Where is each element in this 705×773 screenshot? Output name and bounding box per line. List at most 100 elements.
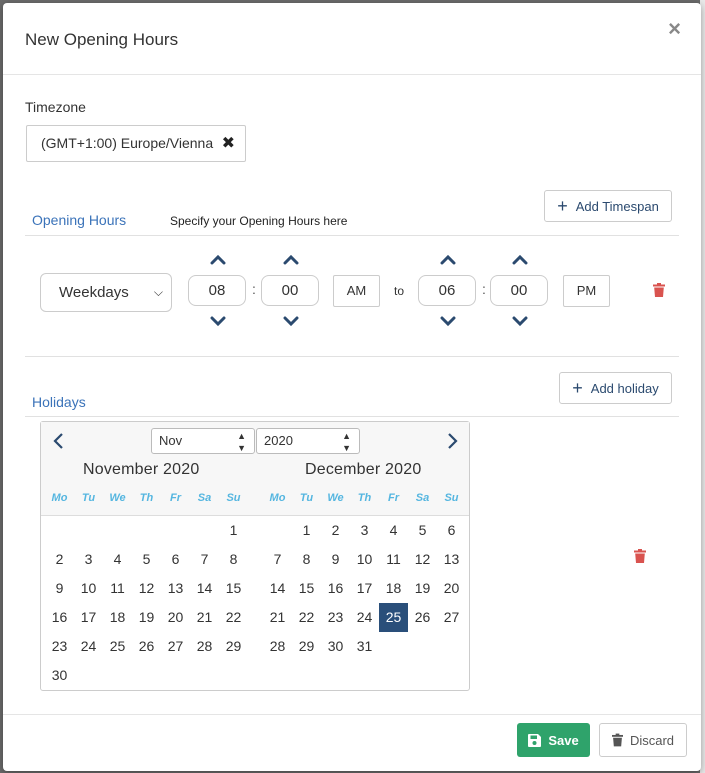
- divider: [25, 416, 679, 417]
- start-minute-input[interactable]: 00: [261, 275, 319, 306]
- end-period-toggle[interactable]: PM: [563, 275, 610, 307]
- calendar-day[interactable]: 8: [219, 545, 248, 574]
- calendar-day[interactable]: 13: [437, 545, 466, 574]
- calendar-day[interactable]: 20: [437, 574, 466, 603]
- start-minute-increase-chevron-up-icon[interactable]: [283, 253, 299, 265]
- timezone-select[interactable]: (GMT+1:00) Europe/Vienna ✖: [26, 125, 246, 162]
- calendar-day[interactable]: 8: [292, 545, 321, 574]
- calendar-day[interactable]: 7: [263, 545, 292, 574]
- calendar-day[interactable]: 6: [161, 545, 190, 574]
- year-select[interactable]: 2020 ▲ ▼: [256, 428, 360, 454]
- calendar-day[interactable]: 17: [350, 574, 379, 603]
- end-minute-input[interactable]: 00: [490, 275, 548, 306]
- calendar-day[interactable]: 6: [437, 516, 466, 545]
- calendar-day[interactable]: 24: [350, 603, 379, 632]
- calendar-day[interactable]: 18: [103, 603, 132, 632]
- end-minute-increase-chevron-up-icon[interactable]: [512, 253, 528, 265]
- calendar-day[interactable]: 22: [292, 603, 321, 632]
- calendar-day[interactable]: 22: [219, 603, 248, 632]
- calendar-day[interactable]: 23: [321, 603, 350, 632]
- delete-timespan-trash-icon[interactable]: [653, 283, 665, 302]
- calendar-day[interactable]: 24: [74, 632, 103, 661]
- calendar-day[interactable]: 3: [350, 516, 379, 545]
- calendar-day[interactable]: 2: [321, 516, 350, 545]
- start-hour-decrease-chevron-down-icon[interactable]: [210, 316, 226, 328]
- calendar-day[interactable]: 27: [437, 603, 466, 632]
- calendar-day[interactable]: 12: [132, 574, 161, 603]
- calendar-day[interactable]: 1: [292, 516, 321, 545]
- weekday-label: Sa: [415, 492, 430, 504]
- start-minute-decrease-chevron-down-icon[interactable]: [283, 316, 299, 328]
- days-select[interactable]: Weekdays ⌵: [40, 273, 172, 312]
- next-month-chevron-right-icon[interactable]: [444, 432, 460, 450]
- calendar-day[interactable]: 20: [161, 603, 190, 632]
- calendar-day[interactable]: 13: [161, 574, 190, 603]
- save-button[interactable]: Save: [517, 723, 590, 757]
- calendar-day[interactable]: 30: [321, 632, 350, 661]
- calendar-day[interactable]: 11: [379, 545, 408, 574]
- clear-icon[interactable]: ✖: [222, 126, 235, 161]
- calendar-day[interactable]: 16: [321, 574, 350, 603]
- calendar-day[interactable]: 26: [132, 632, 161, 661]
- calendar-day[interactable]: 10: [350, 545, 379, 574]
- calendar-day[interactable]: 31: [350, 632, 379, 661]
- discard-button[interactable]: Discard: [599, 723, 687, 757]
- chevron-down-icon: ⌵: [153, 285, 163, 299]
- calendar-day[interactable]: 14: [263, 574, 292, 603]
- calendar-day[interactable]: 19: [132, 603, 161, 632]
- end-minute-decrease-chevron-down-icon[interactable]: [512, 316, 528, 328]
- previous-month-chevron-left-icon[interactable]: [51, 432, 67, 450]
- calendar-day[interactable]: 1: [219, 516, 248, 545]
- calendar-day[interactable]: 4: [103, 545, 132, 574]
- end-hour-input[interactable]: 06: [418, 275, 476, 306]
- start-hour-input[interactable]: 08: [188, 275, 246, 306]
- add-holiday-button[interactable]: + Add holiday: [559, 372, 672, 404]
- calendar-day[interactable]: 4: [379, 516, 408, 545]
- start-period-toggle[interactable]: AM: [333, 275, 380, 307]
- calendar-day[interactable]: 2: [45, 545, 74, 574]
- calendar-day[interactable]: 21: [190, 603, 219, 632]
- calendar-day[interactable]: 5: [132, 545, 161, 574]
- calendar-day[interactable]: 27: [161, 632, 190, 661]
- calendar-day[interactable]: 21: [263, 603, 292, 632]
- delete-holiday-trash-icon[interactable]: [634, 549, 646, 568]
- weekday-label: Th: [357, 492, 372, 504]
- calendar-day[interactable]: 12: [408, 545, 437, 574]
- calendar-day[interactable]: 25: [103, 632, 132, 661]
- calendar-day[interactable]: 29: [219, 632, 248, 661]
- weekday-label: Tu: [81, 492, 96, 504]
- end-hour-increase-chevron-up-icon[interactable]: [440, 253, 456, 265]
- calendar-day[interactable]: 3: [74, 545, 103, 574]
- calendar-day[interactable]: 5: [408, 516, 437, 545]
- calendar-day[interactable]: 7: [190, 545, 219, 574]
- calendar-day[interactable]: 28: [190, 632, 219, 661]
- calendar-day[interactable]: 29: [292, 632, 321, 661]
- calendar-day[interactable]: 26: [408, 603, 437, 632]
- weekday-label: We: [327, 492, 344, 504]
- end-hour-decrease-chevron-down-icon[interactable]: [440, 316, 456, 328]
- start-hour-increase-chevron-up-icon[interactable]: [210, 253, 226, 265]
- trash-icon: [611, 733, 623, 747]
- calendar-day[interactable]: 18: [379, 574, 408, 603]
- calendar-day[interactable]: 14: [190, 574, 219, 603]
- calendar-day[interactable]: 9: [321, 545, 350, 574]
- calendar-day[interactable]: 19: [408, 574, 437, 603]
- calendar-day[interactable]: 9: [45, 574, 74, 603]
- calendar-day[interactable]: 28: [263, 632, 292, 661]
- calendar-day[interactable]: 15: [219, 574, 248, 603]
- calendar-day[interactable]: 25: [379, 603, 408, 632]
- calendar-day[interactable]: 30: [45, 661, 74, 690]
- time-separator: :: [482, 281, 486, 297]
- month-select[interactable]: Nov ▲ ▼: [151, 428, 255, 454]
- add-timespan-button[interactable]: + Add Timespan: [544, 190, 672, 222]
- plus-icon: +: [572, 378, 583, 398]
- weekday-label: Tu: [299, 492, 314, 504]
- calendar-day[interactable]: 15: [292, 574, 321, 603]
- calendar-day[interactable]: 10: [74, 574, 103, 603]
- close-icon[interactable]: ×: [668, 18, 681, 40]
- calendar-day[interactable]: 17: [74, 603, 103, 632]
- calendar-day[interactable]: 16: [45, 603, 74, 632]
- calendar-day[interactable]: 23: [45, 632, 74, 661]
- weekday-label: We: [109, 492, 126, 504]
- calendar-day[interactable]: 11: [103, 574, 132, 603]
